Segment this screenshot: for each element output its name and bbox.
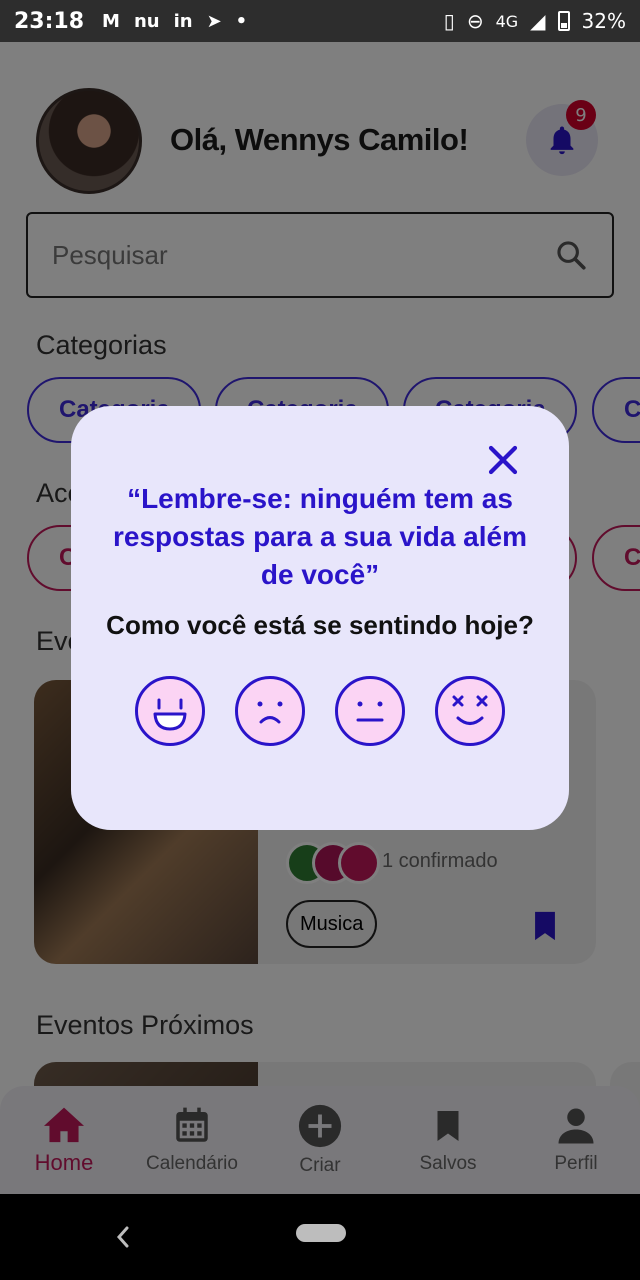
close-icon[interactable] <box>485 442 521 478</box>
linkedin-icon: in <box>173 10 193 32</box>
home-pill[interactable] <box>296 1224 346 1242</box>
signal-icon: ◢ <box>530 9 546 33</box>
vibrate-icon: ▯ <box>443 9 455 33</box>
status-time: 23:18 <box>14 8 85 34</box>
nubank-icon: nu <box>133 10 160 32</box>
sad-face-icon <box>257 701 283 724</box>
back-icon[interactable] <box>114 1224 132 1250</box>
mood-sad-button[interactable] <box>235 676 305 746</box>
battery-icon <box>557 11 570 31</box>
network-label: 4G <box>495 11 519 31</box>
dnd-icon: ⊖ <box>466 9 484 33</box>
mood-question: Como você está se sentindo hoje? <box>106 610 534 640</box>
notification-icons: M nu in ➤ • <box>102 11 247 32</box>
neutral-face-icon <box>356 701 384 722</box>
quote-text: “Lembre-se: ninguém tem as respostas par… <box>113 483 527 590</box>
mood-options <box>135 676 505 746</box>
mood-dizzy-button[interactable] <box>435 676 505 746</box>
happy-face-icon <box>153 698 187 731</box>
dot-icon: • <box>235 10 248 32</box>
gmail-icon: M <box>102 10 120 32</box>
battery-percent: 32% <box>581 9 626 33</box>
status-bar: 23:18 M nu in ➤ • ▯ ⊖ 4G ◢ 32% <box>0 0 640 42</box>
system-navigation-bar <box>0 1194 640 1280</box>
mood-dialog: “Lembre-se: ninguém tem as respostas par… <box>71 406 569 830</box>
mood-neutral-button[interactable] <box>335 676 405 746</box>
mood-happy-button[interactable] <box>135 676 205 746</box>
dizzy-face-icon <box>452 695 488 725</box>
telegram-icon: ➤ <box>206 10 222 32</box>
